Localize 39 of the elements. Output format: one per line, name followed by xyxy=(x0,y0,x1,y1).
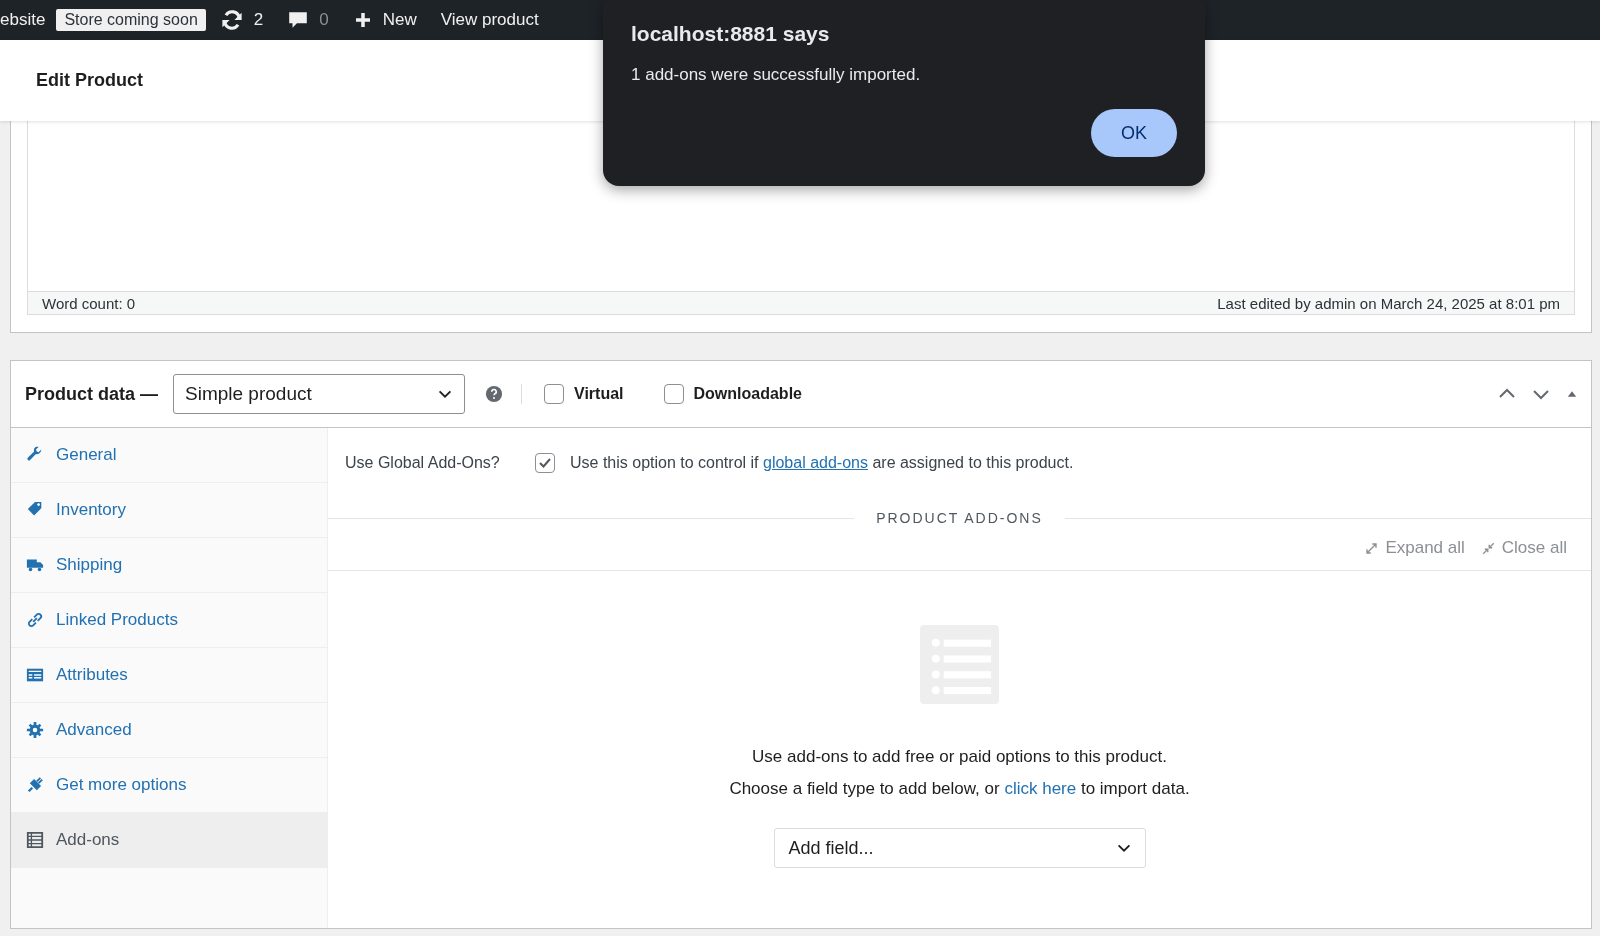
plug-icon xyxy=(26,776,44,794)
new-link[interactable]: New xyxy=(382,10,417,30)
help-icon[interactable] xyxy=(485,385,503,403)
ok-button[interactable]: OK xyxy=(1091,109,1177,157)
expand-arrows-icon xyxy=(1364,540,1380,556)
store-status-badge[interactable]: Store coming soon xyxy=(56,9,206,31)
import-instructions: Choose a field type to add below, or click here to import data. xyxy=(729,778,1190,800)
global-addons-label: Use Global Add-Ons? xyxy=(345,454,501,472)
option-checkbox[interactable] xyxy=(663,384,684,404)
gear-icon xyxy=(26,721,44,739)
product-type-select[interactable]: Simple product xyxy=(173,374,465,414)
empty-state-text: Use add-ons to add free or paid options to this product. xyxy=(752,746,1167,768)
dialog-title: localhost:8881 says xyxy=(631,22,831,46)
import-link[interactable]: click here xyxy=(1004,779,1077,798)
last-edited-text: Last edited by admin on March 24, 2025 at 8:01 pm xyxy=(1217,294,1560,312)
add-field-select[interactable]: Add field... xyxy=(773,828,1146,868)
product-data-title: Product data — xyxy=(25,383,158,405)
sync-icon[interactable] xyxy=(219,8,244,32)
collapse-arrows-icon xyxy=(1480,540,1496,556)
option-checkbox[interactable] xyxy=(544,384,564,404)
global-addons-checkbox[interactable] xyxy=(535,453,555,473)
updates-count[interactable]: 2 xyxy=(253,10,264,30)
comments-count[interactable]: 0 xyxy=(319,10,329,30)
link-icon xyxy=(26,611,44,629)
site-link[interactable]: ebsite xyxy=(0,10,46,30)
section-heading: PRODUCT ADD-ONS xyxy=(876,510,1043,526)
option-label: Virtual xyxy=(574,385,624,403)
list-card-icon xyxy=(26,666,44,684)
table-icon xyxy=(26,831,44,849)
option-label: Downloadable xyxy=(693,385,802,403)
dialog-message: 1 add-ons were successfully imported. xyxy=(631,65,922,85)
view-product-link[interactable]: View product xyxy=(440,10,539,30)
global-addons-link[interactable]: global add-ons xyxy=(763,454,868,471)
page-title: Edit Product xyxy=(36,70,143,91)
global-addons-description: Use this option to control if global add-ons are assigned to this product. xyxy=(570,454,1074,472)
expand-all-link[interactable]: Expand all xyxy=(1364,538,1465,558)
word-count: Word count: 0 xyxy=(42,294,136,312)
close-all-link[interactable]: Close all xyxy=(1480,538,1567,558)
sidebar-tab[interactable]: Add-ons xyxy=(11,813,327,868)
